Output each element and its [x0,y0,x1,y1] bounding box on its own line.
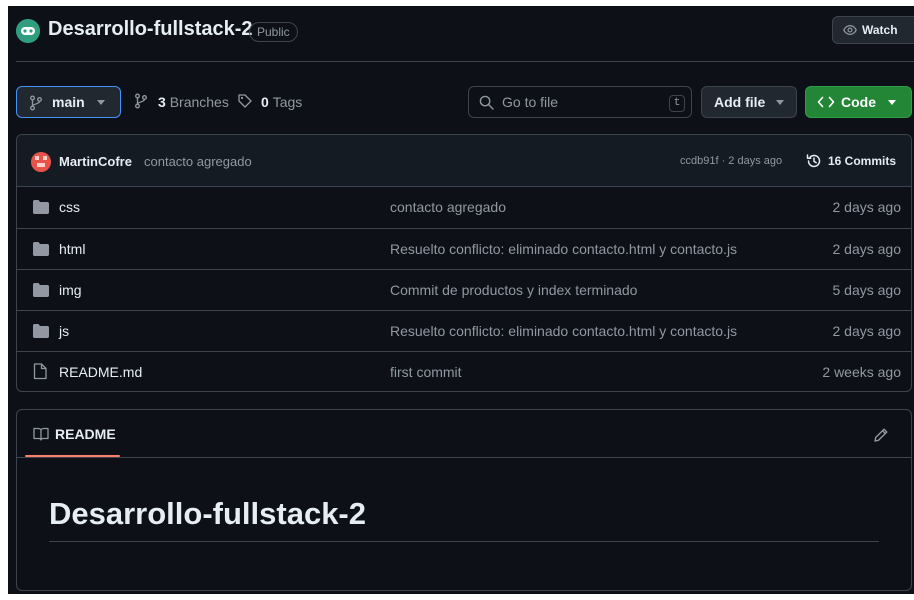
watch-label: Watch [862,23,898,37]
code-icon [817,95,835,109]
branch-selector-button[interactable]: main [16,86,121,118]
chevron-down-icon [776,100,784,105]
file-commit-message[interactable]: first commit [390,364,462,380]
active-tab-indicator [25,455,120,457]
file-name[interactable]: js [59,323,69,339]
folder-icon [33,283,49,297]
add-file-button[interactable]: Add file [701,86,797,118]
git-branch-icon [134,93,148,109]
repo-header: Desarrollo-fullstack-2 Public Watch [8,6,914,62]
folder-icon [33,200,49,214]
tags-count: 0 [261,94,269,110]
folder-icon [33,242,49,256]
chevron-down-icon [97,100,105,105]
header-divider [16,61,914,62]
file-row[interactable]: html Resuelto conflicto: eliminado conta… [17,228,911,269]
commit-author[interactable]: MartinCofre [59,154,132,169]
commit-author-avatar[interactable] [31,152,51,172]
file-row[interactable]: js Resuelto conflicto: eliminado contact… [17,310,911,351]
file-commit-time: 5 days ago [832,282,902,298]
go-to-file-placeholder: Go to file [502,94,559,110]
branch-name: main [52,94,85,110]
tag-icon [237,93,253,109]
pencil-icon[interactable] [873,427,889,443]
branches-label: Branches [169,94,229,110]
file-name[interactable]: README.md [59,364,142,380]
folder-icon [33,324,49,338]
search-icon [479,95,494,110]
branches-count: 3 [158,94,166,110]
book-icon [33,427,49,441]
file-commit-time: 2 days ago [832,199,902,215]
file-commit-time: 2 days ago [832,241,902,257]
readme-heading: Desarrollo-fullstack-2 [49,496,366,531]
add-file-label: Add file [714,94,766,110]
file-commit-time: 2 days ago [832,323,902,339]
readme-tab-label: README [55,426,116,442]
file-listing: MartinCofre contacto agregado ccdb91f · … [16,134,912,392]
file-name[interactable]: css [59,199,80,215]
latest-commit-bar: MartinCofre contacto agregado ccdb91f · … [17,135,911,187]
commit-hash-time[interactable]: ccdb91f · 2 days ago [680,155,782,167]
file-row[interactable]: css contacto agregado 2 days ago [17,187,911,228]
file-commit-time: 2 weeks ago [822,364,901,380]
commit-message[interactable]: contacto agregado [144,154,252,169]
code-label: Code [841,94,876,110]
go-to-file-input[interactable]: Go to file t [468,86,692,118]
shortcut-key: t [669,95,685,112]
repo-page: Desarrollo-fullstack-2 Public Watch main… [8,6,914,594]
file-commit-message[interactable]: Resuelto conflicto: eliminado contacto.h… [390,323,737,339]
file-commit-message[interactable]: Commit de productos y index terminado [390,282,637,298]
chevron-down-icon [888,100,896,105]
file-row[interactable]: img Commit de productos y index terminad… [17,269,911,310]
tags-label: Tags [272,94,303,110]
file-commit-message[interactable]: contacto agregado [390,199,506,215]
history-icon [806,153,822,169]
file-name[interactable]: img [59,282,82,298]
git-branch-icon [29,95,43,111]
visibility-badge: Public [249,22,298,42]
file-row[interactable]: README.md first commit 2 weeks ago [17,351,911,391]
readme-tab-bar: README [17,410,911,458]
code-button[interactable]: Code [805,86,912,118]
watch-button[interactable]: Watch [832,16,914,44]
repo-owner-avatar[interactable] [16,19,40,43]
readme-heading-rule [49,541,879,542]
eye-icon [843,23,857,37]
readme-panel: README Desarrollo-fullstack-2 [16,409,912,591]
file-icon [33,363,47,380]
commits-count: 16 Commits [828,154,897,168]
repo-name-link[interactable]: Desarrollo-fullstack-2 [48,18,253,41]
file-commit-message[interactable]: Resuelto conflicto: eliminado contacto.h… [390,241,737,257]
file-name[interactable]: html [59,241,85,257]
